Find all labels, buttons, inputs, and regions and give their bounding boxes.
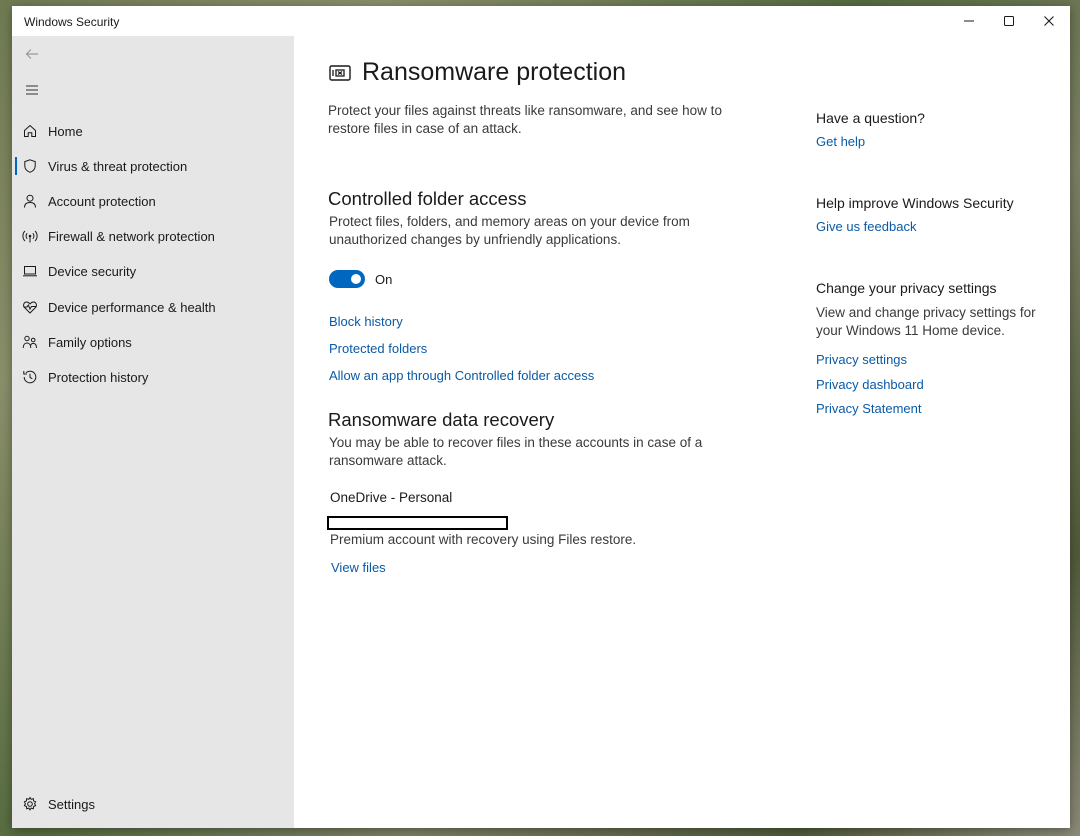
family-icon [22,334,38,350]
sidebar-item-protection-history[interactable]: Protection history [12,361,294,393]
view-files-link[interactable]: View files [331,560,386,575]
recovery-description: You may be able to recover files in thes… [329,435,703,468]
maximize-button[interactable] [994,11,1024,31]
sidebar-item-firewall[interactable]: Firewall & network protection [12,220,294,252]
minimize-button[interactable] [954,11,984,31]
onedrive-account-detail: Premium account with recovery using File… [330,532,637,547]
sidebar-item-label: Device security [48,263,137,279]
sidebar-item-account-protection[interactable]: Account protection [12,185,294,217]
privacy-heading: Change your privacy settings [816,280,997,296]
sidebar-item-family-options[interactable]: Family options [12,326,294,358]
laptop-icon [22,263,38,279]
allow-app-link[interactable]: Allow an app through Controlled folder a… [329,368,594,383]
sidebar-item-label: Protection history [48,369,149,385]
person-icon [22,193,38,209]
toggle-knob [351,274,361,284]
close-icon [1044,16,1054,26]
sidebar-item-label: Account protection [48,193,156,209]
sidebar-item-label: Home [48,123,83,139]
sidebar-item-settings[interactable]: Settings [12,788,294,820]
cfa-toggle-state: On [375,272,393,287]
minimize-icon [964,20,974,22]
page-intro: Protect your files against threats like … [328,103,722,136]
privacy-settings-link[interactable]: Privacy settings [816,352,907,367]
heart-pulse-icon [22,299,38,315]
cfa-heading: Controlled folder access [328,188,527,209]
privacy-dashboard-link[interactable]: Privacy dashboard [816,377,924,392]
recovery-heading: Ransomware data recovery [328,409,555,430]
cfa-toggle[interactable] [329,270,365,288]
hamburger-icon [26,85,38,95]
ransomware-icon [329,64,351,81]
sidebar-item-virus-threat-protection[interactable]: Virus & threat protection [12,150,294,182]
main-content: Ransomware protection Protect your files… [294,36,1070,828]
close-button[interactable] [1034,11,1064,31]
privacy-description: View and change privacy settings for you… [816,305,1036,338]
home-icon [22,123,38,139]
sidebar-item-device-security[interactable]: Device security [12,255,294,287]
history-icon [22,369,38,385]
sidebar-item-label: Family options [48,334,132,350]
window-title: Windows Security [24,15,120,29]
block-history-link[interactable]: Block history [329,314,403,329]
title-bar: Windows Security [12,6,1070,36]
menu-button[interactable] [20,78,44,102]
privacy-statement-link[interactable]: Privacy Statement [816,401,922,416]
cfa-description: Protect files, folders, and memory areas… [329,214,690,247]
gear-icon [22,796,38,812]
wifi-antenna-icon [22,228,38,244]
windows-security-window: Windows Security Home Virus & threat pro… [12,6,1070,828]
sidebar: Home Virus & threat protection Account p… [12,36,294,828]
page-title: Ransomware protection [362,58,627,86]
maximize-icon [1004,16,1014,26]
feedback-link[interactable]: Give us feedback [816,219,916,234]
back-arrow-icon [25,49,38,59]
back-button[interactable] [20,42,44,66]
settings-label: Settings [48,796,95,812]
get-help-link[interactable]: Get help [816,134,865,149]
sidebar-item-device-performance[interactable]: Device performance & health [12,291,294,323]
sidebar-item-label: Device performance & health [48,299,216,315]
improve-heading: Help improve Windows Security [816,195,1014,211]
sidebar-item-home[interactable]: Home [12,115,294,147]
onedrive-account-name: OneDrive - Personal [330,490,453,505]
page-header: Ransomware protection [328,58,626,87]
sidebar-item-label: Firewall & network protection [48,228,215,244]
redacted-email [327,516,508,530]
protected-folders-link[interactable]: Protected folders [329,341,427,356]
sidebar-item-label: Virus & threat protection [48,158,188,174]
shield-icon [22,158,38,174]
question-heading: Have a question? [816,110,925,126]
